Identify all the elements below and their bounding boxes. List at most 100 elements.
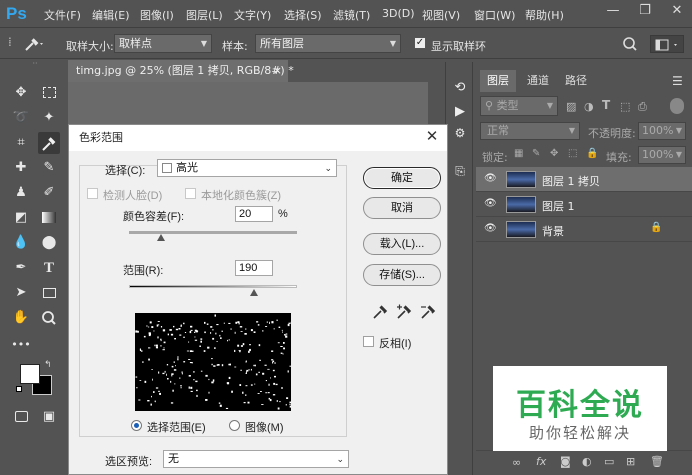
lock-transparent-icon[interactable]: ▦ — [514, 148, 526, 160]
minimize-button[interactable]: — — [598, 0, 628, 22]
fuzziness-slider-thumb[interactable] — [156, 234, 165, 241]
menu-layer[interactable]: 图层(L) — [186, 7, 223, 23]
search-icon[interactable] — [620, 34, 640, 54]
gradient-tool-icon[interactable] — [38, 207, 60, 229]
marquee-tool-icon[interactable] — [38, 82, 60, 104]
adjustment-layer-icon[interactable]: ◐ — [582, 455, 592, 468]
hand-tool-icon[interactable]: ✋ — [10, 307, 32, 329]
menu-view[interactable]: 视图(V) — [422, 7, 460, 23]
quick-mask-icon[interactable] — [10, 406, 32, 428]
ok-button[interactable]: 确定 — [363, 167, 441, 189]
menu-help[interactable]: 帮助(H) — [525, 7, 564, 23]
panel-menu-icon[interactable]: ☰ — [672, 74, 686, 88]
swap-colors-icon[interactable]: ↰ — [44, 360, 54, 370]
sample-select[interactable]: 所有图层 ▼ — [255, 34, 401, 53]
eyedropper-preset-icon[interactable] — [22, 35, 46, 53]
localized-clusters-checkbox[interactable] — [185, 188, 196, 199]
fill-input[interactable]: 100% ▼ — [638, 146, 686, 164]
menu-edit[interactable]: 编辑(E) — [92, 7, 130, 23]
filter-smart-object-icon[interactable]: ⎙ — [638, 100, 652, 114]
menu-file[interactable]: 文件(F) — [44, 7, 81, 23]
load-button[interactable]: 载入(L)... — [363, 233, 441, 255]
actions-play-icon[interactable]: ▶ — [450, 104, 470, 124]
path-selection-tool-icon[interactable]: ➤ — [10, 282, 32, 304]
pen-tool-icon[interactable]: ✒ — [10, 257, 32, 279]
history-brush-tool-icon[interactable]: ✐ — [38, 182, 60, 204]
link-layers-icon[interactable]: ∞ — [512, 456, 521, 469]
visibility-eye-icon[interactable]: 👁 — [484, 198, 497, 210]
document-tab[interactable]: timg.jpg @ 25% (图层 1 拷贝, RGB/8#) * × — [68, 60, 294, 82]
fuzziness-slider-track[interactable] — [129, 231, 297, 234]
magic-wand-tool-icon[interactable]: ✦ — [38, 107, 60, 129]
new-layer-icon[interactable]: ⊞ — [626, 455, 635, 468]
filter-kind-select[interactable]: ⚲ 类型 ▼ — [480, 96, 558, 116]
range-slider-thumb[interactable] — [250, 289, 259, 296]
range-input[interactable]: 190 — [235, 260, 273, 276]
tab-layers[interactable]: 图层 — [480, 70, 516, 92]
filter-toggle-icon[interactable] — [670, 98, 684, 114]
image-radio[interactable] — [229, 420, 240, 431]
healing-brush-tool-icon[interactable]: ✚ — [10, 157, 32, 179]
menu-filter[interactable]: 滤镜(T) — [333, 7, 370, 23]
more-tools-icon[interactable]: ••• — [10, 334, 32, 356]
visibility-eye-icon[interactable]: 👁 — [484, 223, 497, 235]
lock-artboard-icon[interactable]: ⬚ — [568, 148, 580, 160]
new-group-icon[interactable]: ▭ — [604, 455, 614, 468]
menu-image[interactable]: 图像(I) — [140, 7, 174, 23]
tab-paths[interactable]: 路径 — [558, 70, 594, 92]
layer-row[interactable]: 👁 背景 🔒 — [476, 217, 692, 242]
save-button[interactable]: 存储(S)... — [363, 264, 441, 286]
filter-type-icon[interactable]: T — [602, 98, 616, 112]
filter-pixel-icon[interactable]: ▨ — [566, 100, 580, 114]
filter-adjustment-icon[interactable]: ◑ — [584, 100, 598, 114]
selection-radio[interactable] — [131, 420, 142, 431]
default-colors-icon[interactable] — [16, 386, 26, 396]
lock-all-icon[interactable]: 🔒 — [586, 148, 598, 160]
fuzziness-input[interactable]: 20 — [235, 206, 273, 222]
range-slider-track[interactable] — [129, 285, 297, 288]
opacity-input[interactable]: 100% ▼ — [638, 122, 686, 140]
layer-row[interactable]: 👁 图层 1 — [476, 192, 692, 217]
dialog-close-button[interactable]: ✕ — [423, 127, 441, 147]
zoom-tool-icon[interactable] — [38, 307, 60, 329]
eyedropper-icon[interactable] — [371, 303, 389, 321]
blur-tool-icon[interactable]: 💧 — [10, 232, 32, 254]
detect-faces-checkbox[interactable] — [87, 188, 98, 199]
blend-mode-select[interactable]: 正常 ▼ — [480, 122, 580, 140]
clone-stamp-tool-icon[interactable]: ♟ — [10, 182, 32, 204]
eraser-tool-icon[interactable]: ◩ — [10, 207, 32, 229]
layer-row[interactable]: 👁 图层 1 拷贝 — [476, 167, 692, 192]
cancel-button[interactable]: 取消 — [363, 197, 441, 219]
eyedropper-tool-icon[interactable] — [38, 132, 60, 154]
crop-tool-icon[interactable]: ⌗ — [10, 132, 32, 154]
show-ring-checkbox[interactable]: ✓ — [414, 37, 426, 49]
menu-select[interactable]: 选择(S) — [284, 7, 322, 23]
menu-type[interactable]: 文字(Y) — [234, 7, 271, 23]
type-tool-icon[interactable]: T — [38, 257, 60, 279]
selection-preview-select[interactable]: 无 ⌄ — [163, 450, 349, 468]
tab-channels[interactable]: 通道 — [520, 70, 556, 92]
sample-size-select[interactable]: 取样点 ▼ — [114, 34, 212, 53]
restore-button[interactable]: ❐ — [630, 0, 660, 22]
select-dropdown[interactable]: 高光 ⌄ — [157, 159, 337, 177]
menu-window[interactable]: 窗口(W) — [474, 7, 515, 23]
lock-pixels-icon[interactable]: ✎ — [532, 148, 544, 160]
screen-mode-icon[interactable]: ▣ — [38, 406, 60, 428]
brush-tool-icon[interactable]: ✎ — [38, 157, 60, 179]
visibility-eye-icon[interactable]: 👁 — [484, 173, 497, 185]
close-tab-icon[interactable]: × — [273, 60, 282, 82]
trash-icon[interactable]: 🗑 — [650, 455, 664, 468]
rectangle-tool-icon[interactable] — [38, 282, 60, 304]
eyedropper-minus-icon[interactable] — [419, 303, 437, 321]
fx-icon[interactable]: fx — [536, 455, 546, 468]
invert-checkbox[interactable] — [363, 336, 374, 347]
history-panel-icon[interactable]: ⟲ — [450, 80, 470, 100]
close-window-button[interactable]: ✕ — [662, 0, 692, 22]
properties-panel-icon[interactable]: ⚙ — [450, 126, 470, 146]
eyedropper-plus-icon[interactable] — [395, 303, 413, 321]
dodge-tool-icon[interactable]: ⬤ — [38, 232, 60, 254]
filter-shape-icon[interactable]: ⬚ — [620, 100, 634, 114]
lasso-tool-icon[interactable]: ➰ — [10, 107, 32, 129]
character-panel-icon[interactable]: ⎘ — [450, 164, 470, 184]
workspace-switcher-icon[interactable] — [650, 35, 684, 53]
